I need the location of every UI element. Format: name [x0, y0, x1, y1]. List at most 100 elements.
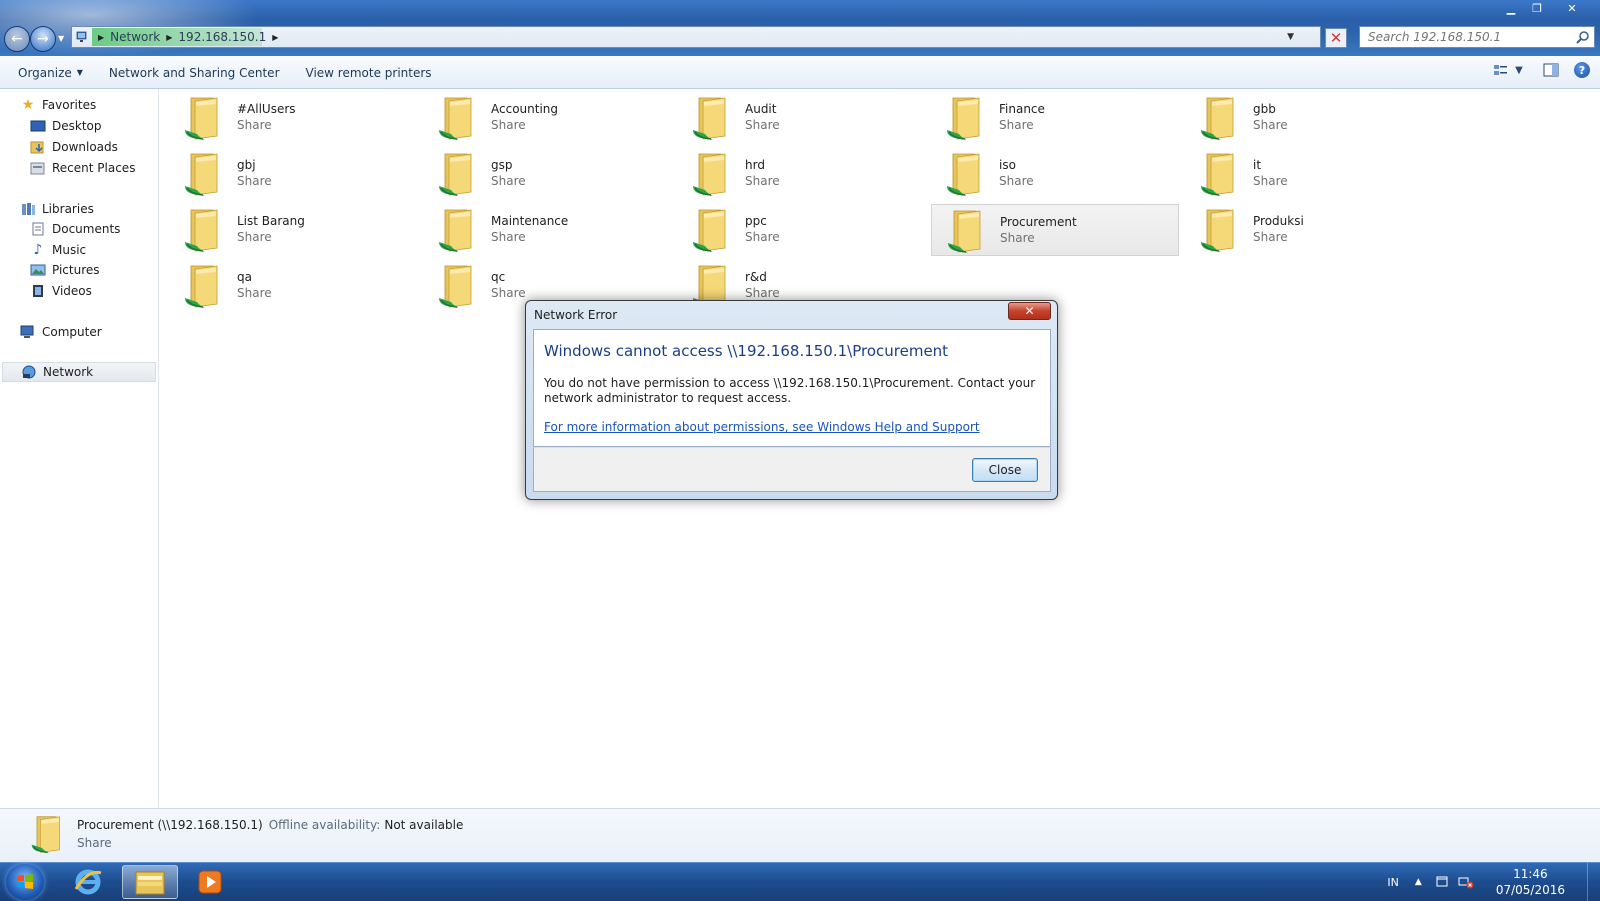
- shared-folder-icon: [1199, 152, 1245, 198]
- show-desktop-button[interactable]: [1587, 863, 1600, 901]
- share-name: Finance: [999, 102, 1045, 116]
- address-bar[interactable]: ▶ Network ▶ 192.168.150.1 ▶ ▼: [71, 26, 1321, 48]
- share-item[interactable]: Procurement Share: [931, 204, 1179, 256]
- network-sharing-center-button[interactable]: Network and Sharing Center: [96, 66, 293, 80]
- share-type: Share: [999, 174, 1034, 188]
- star-icon: ★: [21, 97, 35, 113]
- shared-folder-icon: [1199, 96, 1245, 142]
- taskbar-internet-explorer[interactable]: [60, 865, 116, 899]
- window-controls: ▁ ❐ ✕: [1498, 0, 1594, 17]
- shared-folder-icon: [183, 96, 229, 142]
- breadcrumb-network[interactable]: Network: [110, 30, 160, 44]
- shared-folder-icon: [437, 208, 483, 254]
- help-icon[interactable]: ?: [1574, 62, 1590, 78]
- share-name: Procurement: [1000, 215, 1077, 229]
- internet-explorer-icon: [74, 869, 102, 895]
- share-type: Share: [1000, 231, 1035, 245]
- offline-availability-value: Not available: [384, 818, 464, 832]
- share-item[interactable]: ppc Share: [677, 204, 925, 256]
- share-item[interactable]: iso Share: [931, 148, 1179, 200]
- share-name: it: [1253, 158, 1262, 172]
- shared-folder-icon: [437, 96, 483, 142]
- start-button[interactable]: [6, 864, 44, 900]
- share-item[interactable]: gbb Share: [1185, 92, 1433, 144]
- organize-menu[interactable]: Organize ▼: [0, 66, 96, 80]
- share-name: #AllUsers: [237, 102, 296, 116]
- network-disconnected-icon[interactable]: [1458, 875, 1474, 889]
- share-type: Share: [237, 118, 272, 132]
- share-item[interactable]: it Share: [1185, 148, 1433, 200]
- search-input[interactable]: [1366, 29, 1570, 45]
- share-item[interactable]: #AllUsers Share: [169, 92, 417, 144]
- language-indicator[interactable]: IN: [1387, 876, 1398, 889]
- share-type: Share: [491, 286, 526, 300]
- recent-pages-dropdown[interactable]: ▼: [58, 34, 64, 43]
- close-icon: ✕: [1024, 304, 1035, 318]
- share-item[interactable]: Maintenance Share: [423, 204, 671, 256]
- sidebar-item-computer[interactable]: Computer: [20, 322, 177, 342]
- computer-icon: [20, 325, 36, 339]
- share-name: List Barang: [237, 214, 305, 228]
- share-name: Accounting: [491, 102, 559, 116]
- dialog-close-button[interactable]: Close: [972, 458, 1038, 482]
- command-bar: Organize ▼ Network and Sharing Center Vie…: [0, 57, 1600, 89]
- share-type: Share: [491, 118, 526, 132]
- share-item[interactable]: gbj Share: [169, 148, 417, 200]
- network-icon: [21, 365, 37, 379]
- videos-icon: [30, 284, 46, 298]
- show-hidden-icons-icon[interactable]: ▲: [1415, 877, 1422, 887]
- share-type: Share: [491, 230, 526, 244]
- view-dropdown-icon[interactable]: ▼: [1510, 61, 1528, 79]
- share-item[interactable]: List Barang Share: [169, 204, 417, 256]
- share-item[interactable]: gsp Share: [423, 148, 671, 200]
- share-type: Share: [999, 118, 1034, 132]
- taskbar-media-player[interactable]: [182, 865, 238, 899]
- explorer-folder-icon: [135, 871, 165, 895]
- forward-arrow-icon: →: [37, 31, 49, 47]
- share-item[interactable]: hrd Share: [677, 148, 925, 200]
- shared-folder-icon: [945, 96, 991, 142]
- share-item[interactable]: Finance Share: [931, 92, 1179, 144]
- forward-button[interactable]: →: [30, 26, 56, 52]
- share-name: Audit: [745, 102, 777, 116]
- share-type: Share: [745, 118, 780, 132]
- address-history-dropdown-icon[interactable]: ▼: [1287, 32, 1294, 42]
- breadcrumb-separator-icon[interactable]: ▶: [272, 33, 278, 42]
- help-support-link[interactable]: For more information about permissions, …: [544, 420, 980, 434]
- offline-availability-label: Offline availability:: [268, 818, 381, 832]
- shared-folder-icon: [183, 152, 229, 198]
- restore-button[interactable]: ❐: [1524, 0, 1550, 17]
- breadcrumb-host[interactable]: 192.168.150.1: [178, 30, 266, 44]
- share-item[interactable]: qa Share: [169, 260, 417, 312]
- share-type: Share: [1253, 118, 1288, 132]
- back-button[interactable]: ←: [4, 26, 30, 52]
- shared-folder-icon: [1199, 208, 1245, 254]
- documents-icon: [30, 222, 46, 236]
- share-name: gsp: [491, 158, 513, 172]
- share-type: Share: [1253, 174, 1288, 188]
- taskbar-windows-explorer[interactable]: [122, 865, 178, 899]
- share-item[interactable]: Audit Share: [677, 92, 925, 144]
- minimize-button[interactable]: ▁: [1498, 0, 1524, 17]
- dialog-message: You do not have permission to access \\1…: [544, 376, 1036, 405]
- media-player-icon: [198, 870, 222, 894]
- share-name: Maintenance: [491, 214, 569, 228]
- share-name: qa: [237, 270, 252, 284]
- close-window-button[interactable]: ✕: [1550, 0, 1594, 17]
- search-box[interactable]: [1359, 26, 1595, 48]
- preview-pane-button[interactable]: [1542, 61, 1560, 79]
- view-remote-printers-button[interactable]: View remote printers: [293, 66, 445, 80]
- sidebar-item-favorites[interactable]: ★ Favorites: [20, 95, 177, 115]
- clock[interactable]: 11:46 07/05/2016: [1496, 866, 1565, 898]
- share-item[interactable]: Accounting Share: [423, 92, 671, 144]
- network-location-icon: [76, 31, 87, 42]
- sidebar-item-libraries[interactable]: Libraries: [20, 199, 177, 219]
- share-item[interactable]: Produksi Share: [1185, 204, 1433, 256]
- action-center-icon[interactable]: [1434, 875, 1450, 889]
- change-view-button[interactable]: [1492, 61, 1510, 79]
- dialog-close-x-button[interactable]: ✕: [1008, 302, 1051, 320]
- sidebar-item-network[interactable]: Network: [2, 362, 156, 382]
- system-tray: IN ▲ 11:46 07/05/2016: [1387, 863, 1600, 901]
- shared-folder-icon: [437, 152, 483, 198]
- stop-loading-button[interactable]: ✕: [1325, 28, 1347, 48]
